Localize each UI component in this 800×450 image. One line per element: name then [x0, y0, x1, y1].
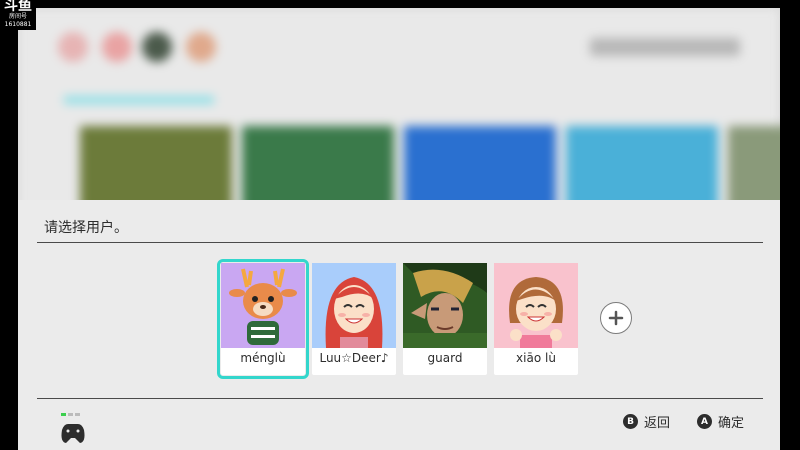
user-name: xiāo lù	[516, 351, 556, 365]
user-name: guard	[427, 351, 463, 365]
avatar	[494, 263, 578, 348]
title-divider	[37, 242, 763, 243]
footer-divider	[37, 398, 763, 399]
add-user-button[interactable]	[600, 302, 632, 334]
avatar	[312, 263, 396, 348]
confirm-button[interactable]: A 确定	[697, 412, 744, 431]
back-button[interactable]: B 返回	[623, 412, 670, 431]
user-name: ménglù	[240, 351, 286, 365]
user-card-guard[interactable]: guard	[403, 263, 487, 375]
user-card-luudeer[interactable]: Luu☆Deer♪	[312, 263, 396, 375]
b-button-icon: B	[623, 414, 638, 429]
a-button-icon: A	[697, 414, 712, 429]
watermark-logo: 斗鱼	[4, 0, 32, 14]
avatar	[403, 263, 487, 348]
user-card-xiaolu[interactable]: xiāo lù	[494, 263, 578, 375]
avatar	[221, 263, 305, 348]
dialog-title: 请选择用户。	[44, 220, 128, 236]
watermark: 斗鱼 房间号 1610881	[0, 0, 36, 30]
controller-icon	[61, 413, 85, 443]
back-label: 返回	[644, 416, 671, 431]
user-card-menglu[interactable]: ménglù	[217, 259, 309, 379]
plus-icon	[608, 310, 624, 326]
watermark-room-label: 房间号	[8, 13, 27, 20]
watermark-room-number: 1610881	[4, 21, 32, 28]
user-name: Luu☆Deer♪	[319, 351, 389, 365]
confirm-label: 确定	[718, 416, 745, 431]
